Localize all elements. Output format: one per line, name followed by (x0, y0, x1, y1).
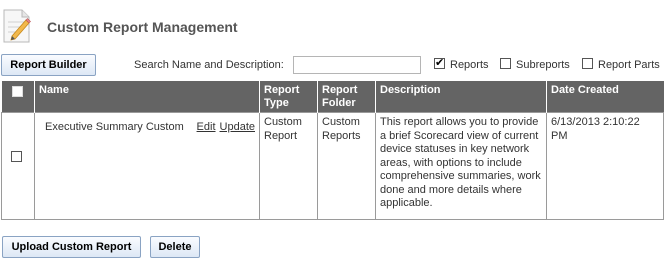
page-title: Custom Report Management (47, 19, 238, 35)
delete-button[interactable]: Delete (150, 236, 200, 258)
select-all-checkbox[interactable] (11, 86, 23, 97)
edit-link[interactable]: Edit (197, 121, 216, 135)
reports-table: Name Report Type Report Folder Descripti… (1, 81, 664, 220)
column-header-date-created[interactable]: Date Created (546, 81, 664, 113)
report-type-cell: Custom Report (259, 112, 318, 220)
column-header-description[interactable]: Description (375, 81, 547, 113)
date-created-cell: 6/13/2013 2:10:22 PM (546, 112, 664, 220)
upload-custom-report-button[interactable]: Upload Custom Report (2, 236, 141, 258)
column-header-report-folder[interactable]: Report Folder (317, 81, 376, 113)
column-header-report-type[interactable]: Report Type (259, 81, 318, 113)
report-name: Executive Summary Custom (45, 121, 184, 133)
report-builder-button[interactable]: Report Builder (1, 54, 96, 76)
reports-filter-label: Reports (450, 59, 489, 71)
search-label: Search Name and Description: (134, 59, 284, 71)
page-header: Custom Report Management (0, 0, 667, 50)
subreports-filter-checkbox[interactable] (500, 58, 511, 69)
description-cell: This report allows you to provide a brie… (375, 112, 547, 220)
subreports-filter-label: Subreports (516, 59, 570, 71)
select-all-header (1, 81, 35, 113)
row-name-cell: Executive Summary Custom Edit Update (34, 112, 260, 220)
edit-document-icon (3, 9, 31, 43)
table-header-row: Name Report Type Report Folder Descripti… (1, 81, 664, 113)
table-row: Executive Summary Custom Edit Update Cus… (1, 112, 664, 220)
row-check-cell (1, 112, 35, 220)
report-parts-filter-checkbox[interactable] (582, 58, 593, 69)
column-header-name[interactable]: Name (34, 81, 260, 113)
update-link[interactable]: Update (220, 121, 255, 135)
row-select-checkbox[interactable] (11, 151, 22, 162)
report-parts-filter-label: Report Parts (598, 59, 660, 71)
search-input[interactable] (293, 56, 421, 74)
reports-filter-checkbox[interactable] (434, 56, 445, 69)
report-folder-cell: Custom Reports (317, 112, 376, 220)
